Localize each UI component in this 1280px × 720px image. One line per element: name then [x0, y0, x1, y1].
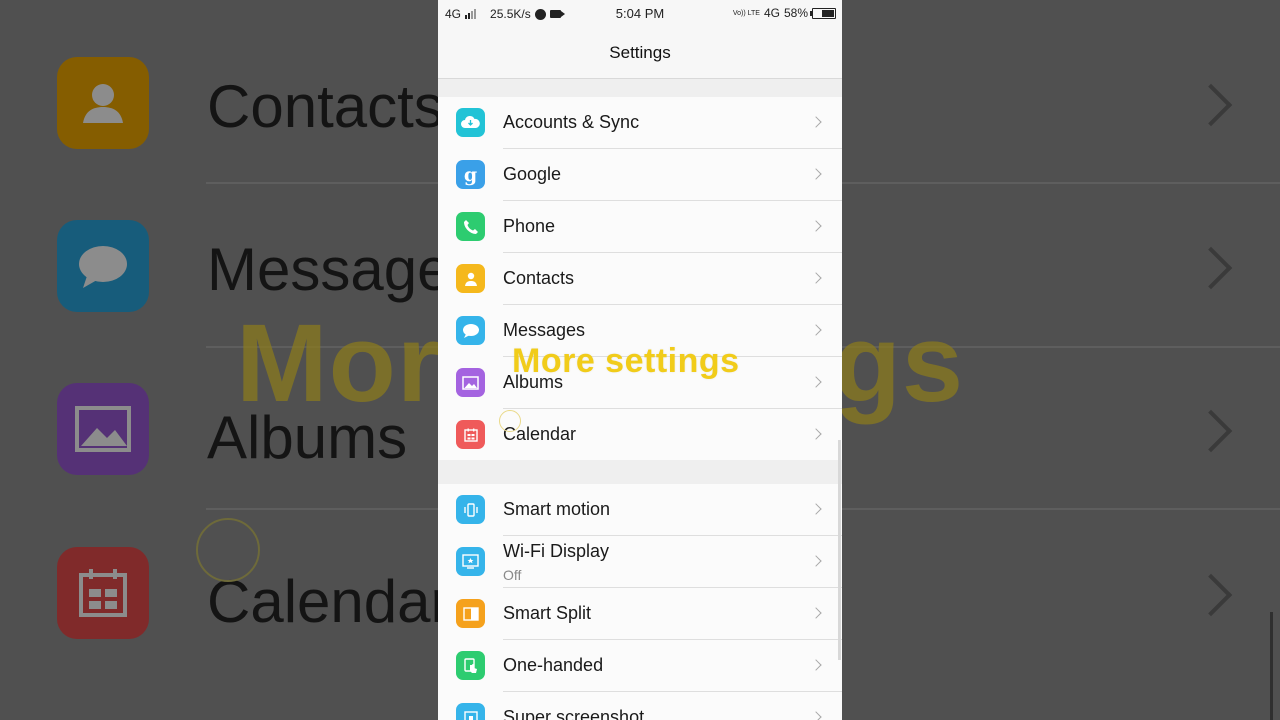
settings-item-label: Smart Split	[503, 603, 592, 623]
settings-item-google[interactable]: g Google	[438, 149, 842, 201]
page-title: Settings	[438, 28, 842, 79]
settings-item-contacts[interactable]: Contacts	[438, 253, 842, 305]
battery-icon	[810, 7, 836, 19]
status-right: Vo)) LTE 4G 58%	[733, 6, 836, 20]
chevron-right-icon	[1189, 409, 1233, 453]
network-type-right: 4G	[763, 6, 780, 20]
touch-indicator	[196, 518, 260, 582]
settings-item-label: One-handed	[503, 655, 604, 675]
chevron-right-icon	[810, 607, 822, 619]
settings-item-accounts-sync[interactable]: Accounts & Sync	[438, 97, 842, 149]
one-handed-icon	[456, 651, 485, 680]
settings-item-one-handed[interactable]: One-handed	[438, 640, 842, 692]
settings-item-label: Accounts & Sync	[503, 112, 640, 132]
chevron-right-icon	[810, 711, 822, 720]
section-gap	[438, 460, 842, 484]
bg-label-contacts: Contacts	[207, 73, 444, 140]
chevron-right-icon	[1189, 83, 1233, 127]
smart-motion-icon	[456, 495, 485, 524]
chevron-right-icon	[1189, 573, 1233, 617]
chevron-right-icon	[810, 324, 822, 336]
contacts-icon	[57, 57, 149, 149]
messages-icon	[456, 316, 485, 345]
settings-item-label: Phone	[503, 216, 556, 236]
settings-item-label: Messages	[503, 320, 586, 340]
status-bar: 4G 25.5K/s 5:04 PM Vo)) LTE 4G 58%	[438, 0, 842, 28]
settings-group-features: Smart motion Wi-Fi Display Off Smart Spl…	[438, 484, 842, 720]
chevron-right-icon	[810, 272, 822, 284]
chevron-right-icon	[810, 116, 822, 128]
phone-icon	[456, 212, 485, 241]
settings-item-smart-motion[interactable]: Smart motion	[438, 484, 842, 536]
settings-item-label: Wi-Fi Display	[503, 541, 609, 561]
scrollbar[interactable]	[838, 440, 841, 660]
chevron-right-icon	[810, 220, 822, 232]
smart-split-icon	[456, 599, 485, 628]
section-gap	[438, 79, 842, 97]
bg-label-messages: Message	[207, 236, 451, 303]
chevron-right-icon	[810, 503, 822, 515]
chevron-right-icon	[810, 168, 822, 180]
settings-item-status: Off	[503, 567, 522, 583]
volte-icon: Vo)) LTE	[732, 9, 760, 17]
albums-icon	[456, 368, 485, 397]
settings-item-label: Super screenshot	[503, 707, 645, 720]
settings-item-label: Contacts	[503, 268, 575, 288]
calendar-icon	[456, 420, 485, 449]
messages-icon	[57, 220, 149, 312]
settings-item-wifi-display[interactable]: Wi-Fi Display Off	[438, 536, 842, 588]
chevron-right-icon	[810, 376, 822, 388]
settings-item-label: Smart motion	[503, 499, 611, 519]
battery-level: 58%	[783, 6, 808, 20]
cloud-sync-icon	[456, 108, 485, 137]
google-icon: g	[456, 160, 485, 189]
settings-item-smart-split[interactable]: Smart Split	[438, 588, 842, 640]
settings-item-phone[interactable]: Phone	[438, 201, 842, 253]
screenshot-icon	[456, 703, 485, 720]
settings-item-label: Google	[503, 164, 562, 184]
contacts-icon	[456, 264, 485, 293]
chevron-right-icon	[810, 428, 822, 440]
video-caption: More settings	[512, 342, 740, 380]
settings-group-accounts: Accounts & Sync g Google Phone Contacts	[438, 97, 842, 460]
calendar-icon	[57, 547, 149, 639]
wifi-display-icon	[456, 547, 485, 576]
settings-item-super-screenshot[interactable]: Super screenshot	[438, 692, 842, 720]
albums-icon	[57, 383, 149, 475]
chevron-right-icon	[1189, 246, 1233, 290]
chevron-right-icon	[810, 659, 822, 671]
chevron-right-icon	[810, 555, 822, 567]
bg-scrollbar	[1270, 612, 1273, 720]
touch-indicator	[499, 410, 521, 432]
